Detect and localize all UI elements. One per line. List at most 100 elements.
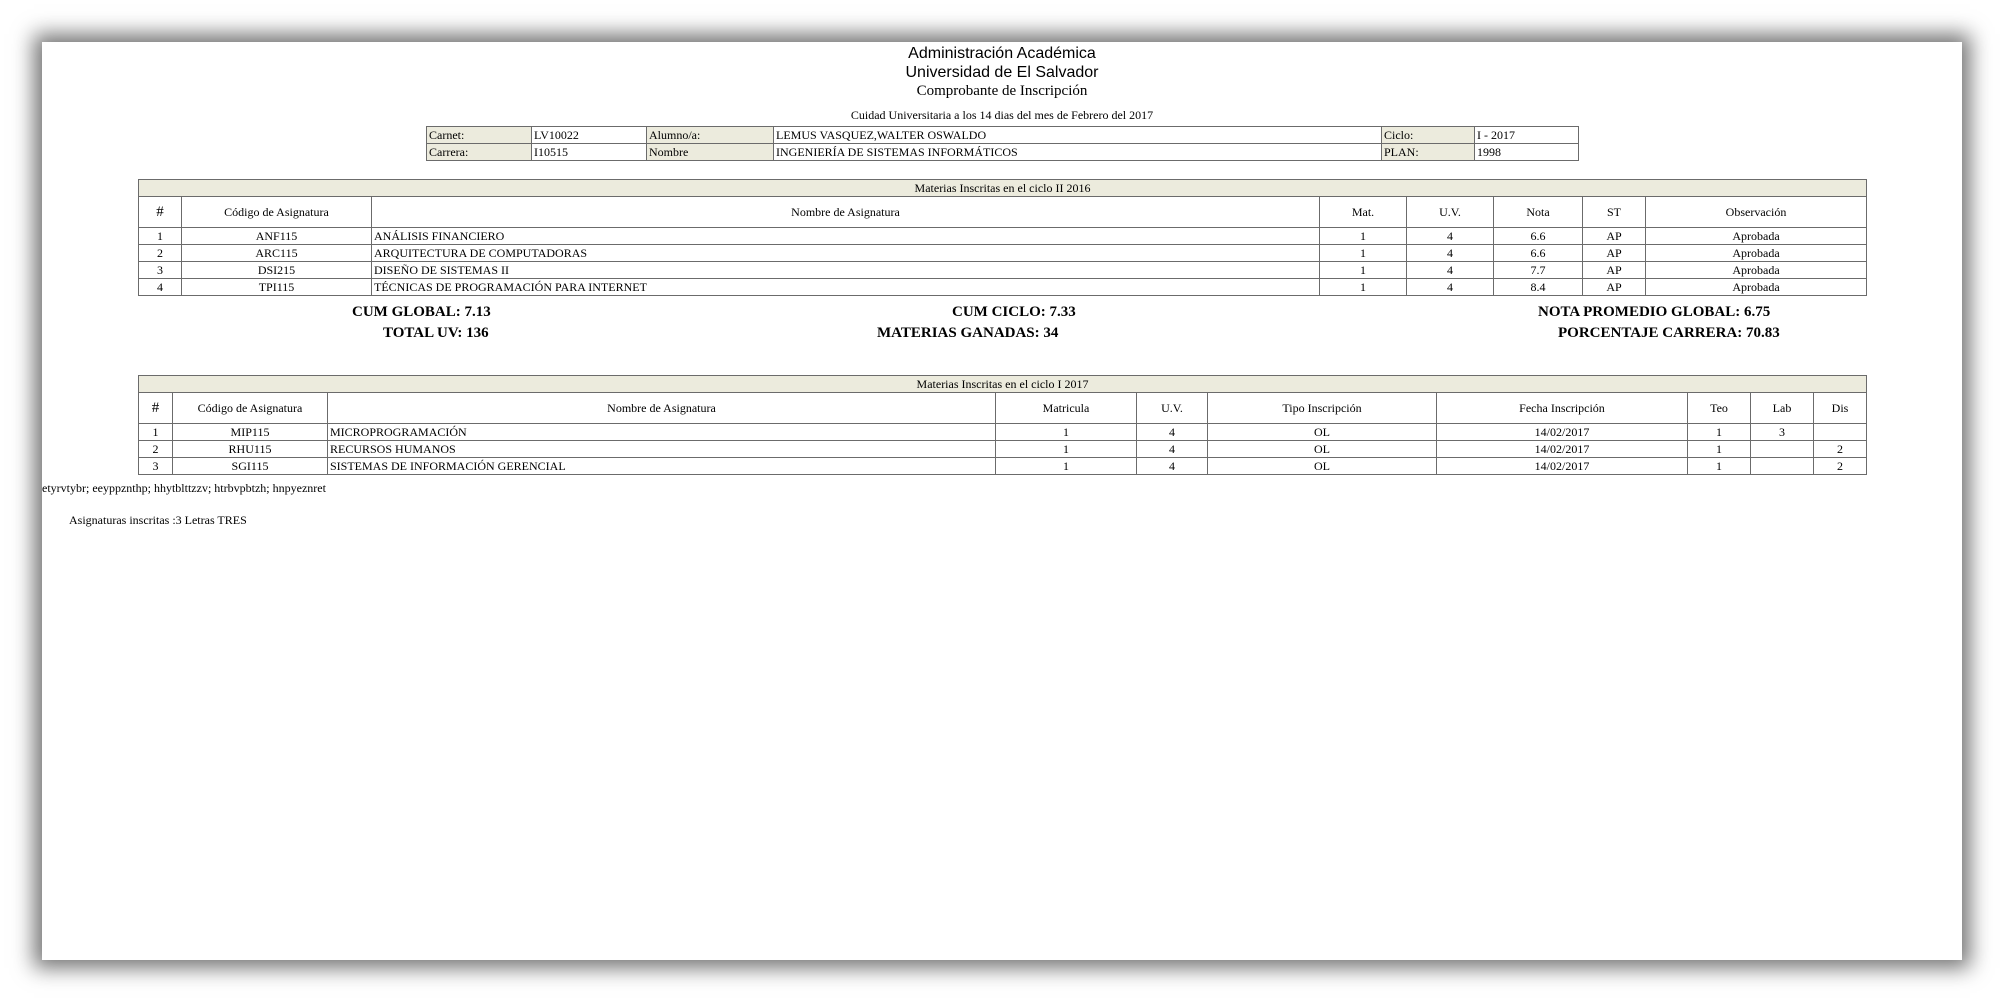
cell-number: 1 — [138, 423, 173, 441]
col-uv: U.V. — [1406, 196, 1494, 228]
document-page: Administración Académica Universidad de … — [42, 42, 1962, 960]
cell-code: RHU115 — [172, 440, 328, 458]
alumno-value: LEMUS VASQUEZ,WALTER OSWALDO — [773, 126, 1382, 144]
cell-st: AP — [1582, 227, 1646, 245]
cell-st: AP — [1582, 278, 1646, 296]
cell-code: ARC115 — [181, 244, 372, 262]
cell-name: DISEÑO DE SISTEMAS II — [371, 261, 1320, 279]
cell-code: ANF115 — [181, 227, 372, 245]
porcentaje-carrera: PORCENTAJE CARRERA: 70.83 — [1558, 325, 1780, 341]
ciclo-value: I - 2017 — [1474, 126, 1579, 144]
cell-matricula: 1 — [995, 423, 1137, 441]
col-code: Código de Asignatura — [181, 196, 372, 228]
cell-code: DSI215 — [181, 261, 372, 279]
cell-lab: 3 — [1750, 423, 1814, 441]
cell-mat: 1 — [1319, 261, 1407, 279]
cell-name: ANÁLISIS FINANCIERO — [371, 227, 1320, 245]
table-row: 1 ANF115 ANÁLISIS FINANCIERO 1 4 6.6 AP … — [138, 227, 1867, 245]
plan-label: PLAN: — [1381, 143, 1475, 161]
col-teo: Teo — [1687, 392, 1751, 424]
cell-dis: 2 — [1813, 440, 1867, 458]
carnet-label: Carnet: — [426, 126, 532, 144]
university-title: Universidad de El Salvador — [905, 64, 1099, 81]
cell-uv: 4 — [1406, 244, 1494, 262]
carrera-value: I10515 — [531, 143, 647, 161]
cell-nota: 6.6 — [1493, 227, 1583, 245]
cell-number: 1 — [138, 227, 182, 245]
cell-nota: 8.4 — [1493, 278, 1583, 296]
table-row: 1 MIP115 MICROPROGRAMACIÓN 1 4 OL 14/02/… — [138, 423, 1867, 441]
col-name: Nombre de Asignatura — [371, 196, 1320, 228]
cell-lab — [1750, 457, 1814, 475]
current-cycle-table: Materias Inscritas en el ciclo I 2017 # … — [138, 375, 1867, 475]
cell-obs: Aprobada — [1645, 261, 1867, 279]
cell-code: SGI115 — [172, 457, 328, 475]
plan-value: 1998 — [1474, 143, 1579, 161]
table-row: 3 SGI115 SISTEMAS DE INFORMACIÓN GERENCI… — [138, 457, 1867, 475]
table-row: 4 TPI115 TÉCNICAS DE PROGRAMACIÓN PARA I… — [138, 278, 1867, 296]
verification-code-line: etyrvtybr; eeyppznthp; hhytblttzzv; htrb… — [42, 481, 326, 495]
cell-name: MICROPROGRAMACIÓN — [327, 423, 996, 441]
cell-dis: 2 — [1813, 457, 1867, 475]
cell-uv: 4 — [1136, 457, 1208, 475]
cell-teo: 1 — [1687, 423, 1751, 441]
cell-nota: 7.7 — [1493, 261, 1583, 279]
cell-tipo: OL — [1207, 457, 1437, 475]
ciclo-label: Ciclo: — [1381, 126, 1475, 144]
cell-mat: 1 — [1319, 278, 1407, 296]
cell-name: TÉCNICAS DE PROGRAMACIÓN PARA INTERNET — [371, 278, 1320, 296]
nombre-label: Nombre — [646, 143, 774, 161]
carrera-label: Carrera: — [426, 143, 532, 161]
cell-mat: 1 — [1319, 244, 1407, 262]
col-tipo: Tipo Inscripción — [1207, 392, 1437, 424]
cell-fecha: 14/02/2017 — [1436, 440, 1688, 458]
cell-lab — [1750, 440, 1814, 458]
cell-number: 2 — [138, 440, 173, 458]
col-obs: Observación — [1645, 196, 1867, 228]
col-lab: Lab — [1750, 392, 1814, 424]
col-nota: Nota — [1493, 196, 1583, 228]
prev-cycle-table: Materias Inscritas en el ciclo II 2016 #… — [138, 179, 1867, 296]
col-matricula: Matricula — [995, 392, 1137, 424]
cell-obs: Aprobada — [1645, 278, 1867, 296]
col-dis: Dis — [1813, 392, 1867, 424]
col-number: # — [138, 196, 182, 228]
cell-uv: 4 — [1406, 261, 1494, 279]
student-info-table: Carnet: LV10022 Alumno/a: LEMUS VASQUEZ,… — [426, 126, 1579, 161]
enrolled-count-line: Asignaturas inscritas :3 Letras TRES — [69, 513, 247, 527]
alumno-label: Alumno/a: — [646, 126, 774, 144]
cell-name: RECURSOS HUMANOS — [327, 440, 996, 458]
total-uv: TOTAL UV: 136 — [383, 325, 489, 341]
col-mat: Mat. — [1319, 196, 1407, 228]
current-cycle-caption: Materias Inscritas en el ciclo I 2017 — [138, 375, 1867, 393]
col-fecha: Fecha Inscripción — [1436, 392, 1688, 424]
cell-matricula: 1 — [995, 440, 1137, 458]
prev-cycle-caption: Materias Inscritas en el ciclo II 2016 — [138, 179, 1867, 197]
cell-number: 2 — [138, 244, 182, 262]
cell-name: SISTEMAS DE INFORMACIÓN GERENCIAL — [327, 457, 996, 475]
cell-fecha: 14/02/2017 — [1436, 457, 1688, 475]
cum-global: CUM GLOBAL: 7.13 — [352, 304, 491, 320]
table-row: 2 ARC115 ARQUITECTURA DE COMPUTADORAS 1 … — [138, 244, 1867, 262]
col-name: Nombre de Asignatura — [327, 392, 996, 424]
cell-uv: 4 — [1406, 227, 1494, 245]
table-row: 3 DSI215 DISEÑO DE SISTEMAS II 1 4 7.7 A… — [138, 261, 1867, 279]
cell-st: AP — [1582, 261, 1646, 279]
cell-tipo: OL — [1207, 440, 1437, 458]
cell-uv: 4 — [1136, 440, 1208, 458]
date-line: Cuidad Universitaria a los 14 dias del m… — [850, 108, 1154, 122]
cell-obs: Aprobada — [1645, 244, 1867, 262]
cell-teo: 1 — [1687, 440, 1751, 458]
cell-code: TPI115 — [181, 278, 372, 296]
cell-code: MIP115 — [172, 423, 328, 441]
cell-matricula: 1 — [995, 457, 1137, 475]
cell-teo: 1 — [1687, 457, 1751, 475]
col-code: Código de Asignatura — [172, 392, 328, 424]
cell-st: AP — [1582, 244, 1646, 262]
materias-ganadas: MATERIAS GANADAS: 34 — [877, 325, 1059, 341]
cell-uv: 4 — [1136, 423, 1208, 441]
cell-obs: Aprobada — [1645, 227, 1867, 245]
col-st: ST — [1582, 196, 1646, 228]
cell-mat: 1 — [1319, 227, 1407, 245]
col-number: # — [138, 392, 173, 424]
